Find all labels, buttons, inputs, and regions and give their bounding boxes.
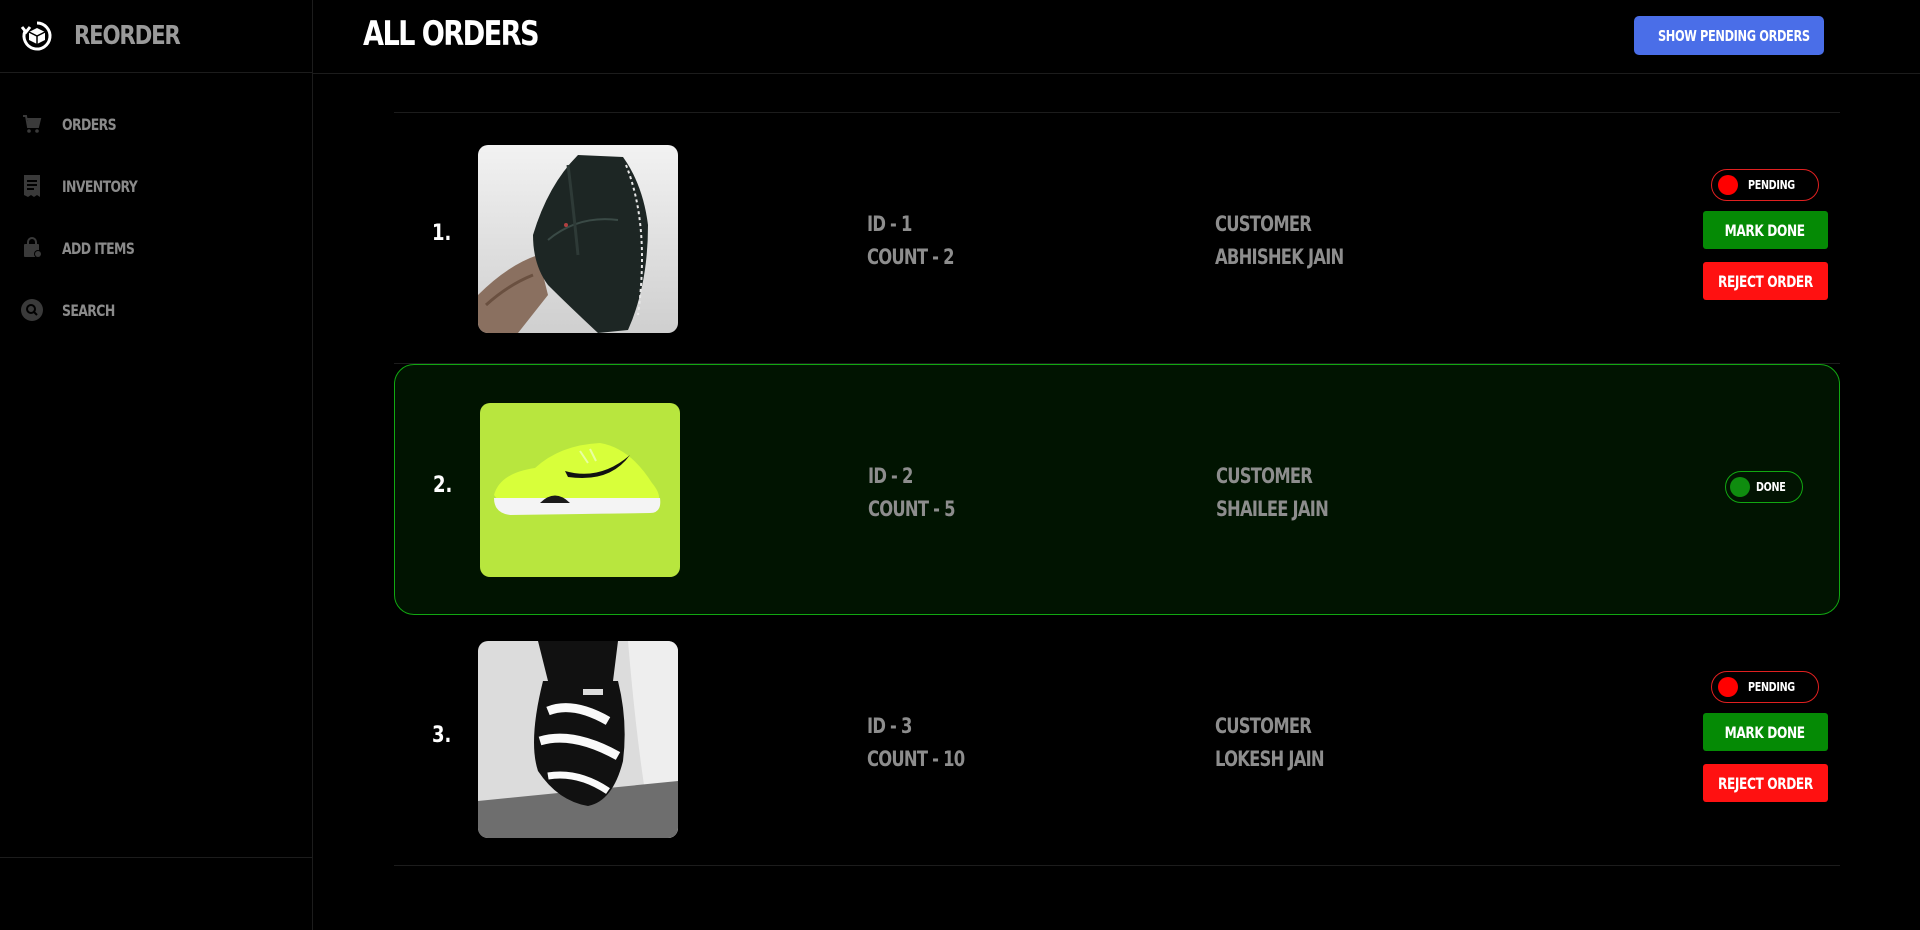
reject-order-label: REJECT ORDER [1717, 773, 1813, 793]
order-count: COUNT - 5 [868, 497, 955, 521]
order-index: 1. [432, 221, 452, 246]
order-id: ID - 3 [867, 714, 912, 738]
order-row: 2. ID - 2 COUNT - 5 CUSTOMER SHAILEE JAI… [394, 364, 1840, 615]
order-actions: PENDING MARK DONE REJECT ORDER [1702, 169, 1828, 313]
show-pending-orders-button[interactable]: SHOW PENDING ORDERS [1634, 16, 1824, 55]
order-index: 3. [432, 723, 452, 748]
search-icon [20, 298, 44, 322]
cart-icon [20, 112, 44, 136]
order-customer: CUSTOMER SHAILEE JAIN [1216, 460, 1329, 526]
order-customer: CUSTOMER LOKESH JAIN [1215, 710, 1325, 776]
customer-label: CUSTOMER [1215, 212, 1312, 236]
order-info: ID - 1 COUNT - 2 [867, 208, 954, 274]
receipt-icon [20, 174, 44, 198]
sidebar-item-add-items[interactable]: ADD ITEMS [0, 217, 312, 279]
order-info: ID - 2 COUNT - 5 [868, 460, 955, 526]
reject-order-button[interactable]: REJECT ORDER [1702, 764, 1828, 802]
sidebar-nav: ORDERS INVENTORY ADD ITEMS SEARCH [0, 93, 312, 341]
status-text: PENDING [1747, 680, 1795, 694]
sidebar-item-label: ORDERS [62, 114, 117, 134]
sidebar-footer [0, 857, 313, 930]
header: ALL ORDERS SHOW PENDING ORDERS [313, 0, 1920, 74]
app-root: REORDER ORDERS INVENTORY ADD ITEMS SEARC… [0, 0, 1920, 930]
order-id: ID - 1 [867, 212, 912, 236]
product-image [480, 403, 680, 577]
status-dot-icon [1717, 175, 1738, 195]
order-index: 2. [433, 473, 453, 498]
status-text: PENDING [1747, 178, 1795, 192]
mark-done-label: MARK DONE [1724, 220, 1806, 240]
order-customer: CUSTOMER ABHISHEK JAIN [1215, 208, 1344, 274]
mark-done-label: MARK DONE [1724, 722, 1806, 742]
sidebar-item-search[interactable]: SEARCH [0, 279, 312, 341]
status-dot-icon [1729, 477, 1750, 497]
sidebar: REORDER ORDERS INVENTORY ADD ITEMS SEARC… [0, 0, 313, 930]
customer-name: ABHISHEK JAIN [1215, 245, 1344, 269]
order-row: 1. ID - 1 COUNT - 2 CUSTOMER ABHISHEK JA… [394, 113, 1840, 364]
status-badge: PENDING [1710, 671, 1820, 703]
product-image [478, 641, 678, 838]
sidebar-item-label: ADD ITEMS [62, 238, 135, 258]
product-image [478, 145, 678, 333]
status-badge: DONE [1724, 471, 1804, 503]
customer-label: CUSTOMER [1215, 714, 1312, 738]
reject-order-button[interactable]: REJECT ORDER [1702, 262, 1828, 300]
order-count: COUNT - 2 [867, 245, 954, 269]
status-dot-icon [1717, 677, 1738, 697]
show-pending-orders-label: SHOW PENDING ORDERS [1657, 26, 1810, 45]
brand-name: REORDER [74, 21, 181, 51]
order-actions: PENDING MARK DONE REJECT ORDER [1702, 671, 1828, 815]
sidebar-item-inventory[interactable]: INVENTORY [0, 155, 312, 217]
orders-list: 1. ID - 1 COUNT - 2 CUSTOMER ABHISHEK JA… [394, 112, 1840, 866]
order-info: ID - 3 COUNT - 10 [867, 710, 965, 776]
sidebar-item-orders[interactable]: ORDERS [0, 93, 312, 155]
reject-order-label: REJECT ORDER [1717, 271, 1813, 291]
reorder-logo-icon [20, 21, 52, 51]
customer-name: SHAILEE JAIN [1216, 497, 1329, 521]
sidebar-item-label: SEARCH [62, 300, 115, 320]
page-title: ALL ORDERS [363, 14, 540, 54]
sidebar-item-label: INVENTORY [62, 176, 138, 196]
mark-done-button[interactable]: MARK DONE [1702, 211, 1828, 249]
order-actions: DONE [1701, 471, 1827, 513]
order-count: COUNT - 10 [867, 747, 965, 771]
order-id: ID - 2 [868, 464, 913, 488]
status-badge: PENDING [1710, 169, 1820, 201]
order-row: 3. ID - 3 COUNT - 10 CUSTOMER LOKESH JAI… [394, 615, 1840, 866]
customer-label: CUSTOMER [1216, 464, 1313, 488]
shopping-bag-icon [20, 236, 44, 260]
status-text: DONE [1755, 480, 1786, 494]
brand[interactable]: REORDER [0, 0, 312, 73]
mark-done-button[interactable]: MARK DONE [1702, 713, 1828, 751]
customer-name: LOKESH JAIN [1215, 747, 1325, 771]
